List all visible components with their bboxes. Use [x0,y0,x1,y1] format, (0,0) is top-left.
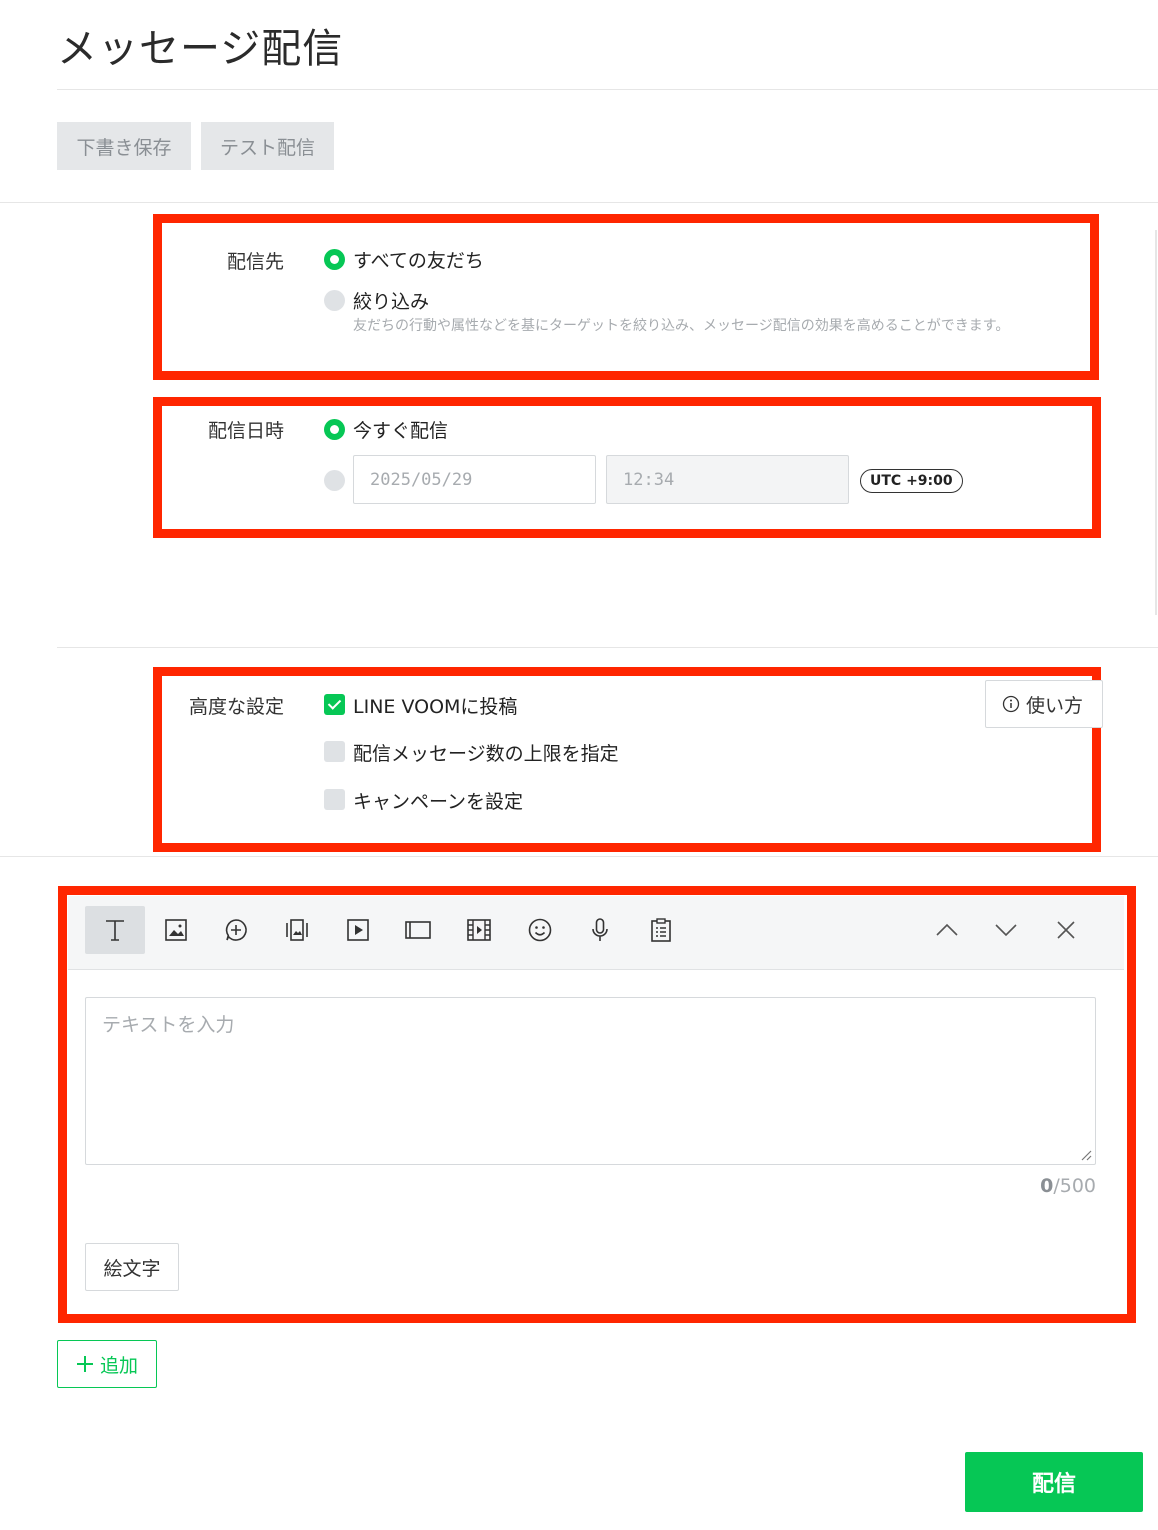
add-label: 追加 [99,1355,138,1377]
editor-toolbar [68,896,1124,970]
move-up-button[interactable] [918,906,976,954]
card-message-icon [286,919,308,941]
divider [0,202,1158,203]
info-icon [1002,695,1020,713]
time-field[interactable]: 12:34 [606,455,849,504]
message-textarea[interactable]: テキストを入力 [85,997,1096,1165]
draft-save-button[interactable]: 下書き保存 [57,122,191,170]
timezone-badge: UTC +9:00 [860,469,963,493]
card-message-tool-button[interactable] [267,906,327,954]
survey-tool-button[interactable] [631,906,691,954]
character-counter: 0/500 [1040,1175,1096,1197]
highlight-box-advanced [153,667,1101,852]
stamp-icon [225,919,247,941]
checkbox-campaign-label[interactable]: キャンペーンを設定 [353,787,523,814]
survey-icon [651,918,671,942]
schedule-label: 配信日時 [207,420,284,442]
radio-scheduled[interactable] [324,470,345,491]
move-down-button[interactable] [977,906,1035,954]
character-count: 0 [1040,1175,1054,1197]
divider [57,647,1158,648]
chevron-down-icon [995,924,1017,937]
checkbox-campaign[interactable] [324,789,345,810]
voice-icon [592,918,608,941]
checkbox-line-voom-label[interactable]: LINE VOOMに投稿 [353,692,517,719]
rich-video-icon [467,919,491,941]
image-icon [165,919,187,941]
radio-send-now-label[interactable]: 今すぐ配信 [353,416,448,443]
plus-icon [76,1356,93,1372]
rich-message-tool-button[interactable] [388,906,448,954]
page-title: メッセージ配信 [57,26,344,72]
emoji-icon [528,918,552,942]
divider [0,856,1158,857]
rich-video-tool-button[interactable] [449,906,509,954]
recipients-label: 配信先 [226,251,284,273]
radio-all-friends-label[interactable]: すべての友だち [353,246,484,273]
character-max: /500 [1053,1175,1096,1197]
video-tool-button[interactable] [328,906,388,954]
send-button[interactable]: 配信 [965,1452,1143,1512]
emoji-tool-button[interactable] [510,906,570,954]
close-icon [1057,921,1075,939]
stamp-tool-button[interactable] [206,906,266,954]
resize-handle-icon[interactable] [1078,1147,1092,1161]
highlight-box-recipients [153,214,1099,380]
radio-all-friends[interactable] [324,249,345,270]
radio-send-now[interactable] [324,419,345,440]
divider [57,89,1158,90]
howto-button[interactable]: 使い方 [985,680,1103,728]
video-icon [347,919,369,941]
checkbox-message-limit[interactable] [324,741,345,762]
checkbox-message-limit-label[interactable]: 配信メッセージ数の上限を指定 [353,739,619,766]
chevron-up-icon [936,923,958,936]
date-field[interactable]: 2025/05/29 [353,455,596,504]
add-message-button[interactable]: 追加 [57,1340,157,1388]
radio-filter-label[interactable]: 絞り込み [353,287,429,314]
filter-help-text: 友だちの行動や属性などを基にターゲットを絞り込み、メッセージ配信の効果を高めるこ… [353,318,1010,334]
emoji-button[interactable]: 絵文字 [85,1243,179,1291]
image-tool-button[interactable] [146,906,206,954]
advanced-label: 高度な設定 [188,696,284,718]
scrollbar-track [1155,230,1157,615]
text-icon [106,920,124,941]
howto-label: 使い方 [1026,694,1084,717]
text-tool-button[interactable] [85,906,145,954]
voice-tool-button[interactable] [570,906,630,954]
rich-message-icon [405,921,431,939]
message-placeholder: テキストを入力 [102,1014,235,1036]
remove-block-button[interactable] [1037,906,1095,954]
test-send-button[interactable]: テスト配信 [201,122,334,170]
radio-filter[interactable] [324,290,345,311]
checkbox-line-voom[interactable] [324,694,345,715]
